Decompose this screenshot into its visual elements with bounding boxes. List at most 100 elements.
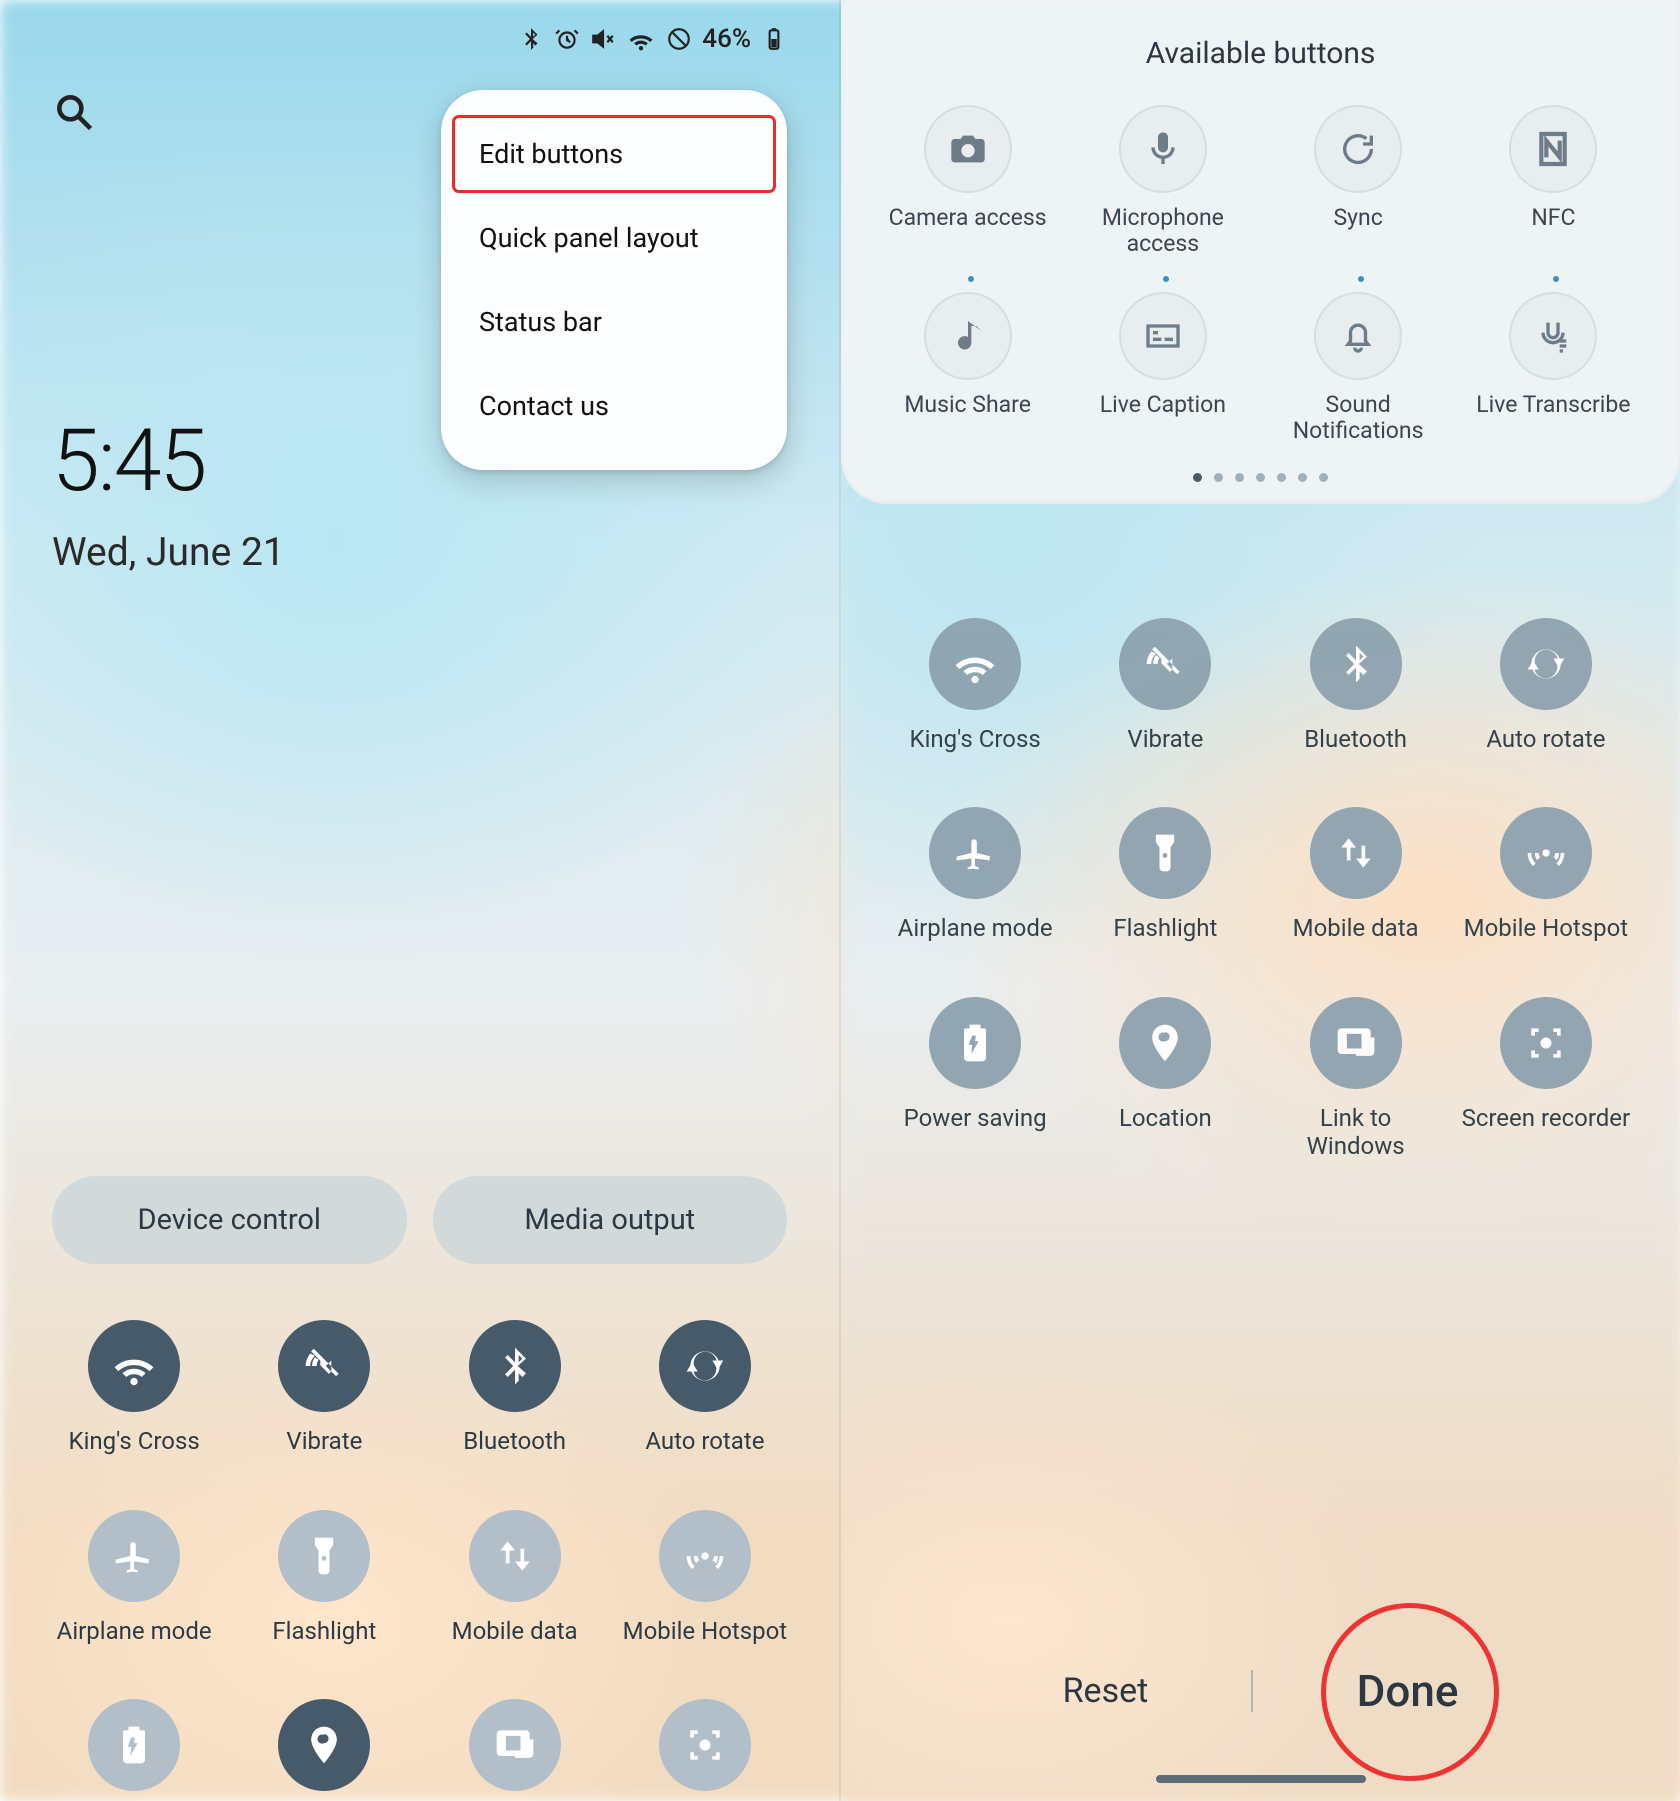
link-icon — [1310, 997, 1402, 1089]
tile-label: Vibrate — [286, 1428, 362, 1456]
airplane-icon — [88, 1510, 180, 1602]
vibrate-icon — [278, 1320, 370, 1412]
tile-label: Mobile Hotspot — [1464, 915, 1629, 943]
menu-status-bar[interactable]: Status bar — [449, 280, 779, 364]
battery-icon — [929, 997, 1021, 1089]
battery-icon — [761, 26, 787, 52]
wifi-icon — [626, 26, 656, 52]
reset-button[interactable]: Reset — [1063, 1671, 1149, 1711]
tile-label: Mobile Hotspot — [623, 1618, 788, 1646]
tile-wifi[interactable]: King's Cross — [48, 1320, 220, 1456]
battery-percent: 46% — [702, 24, 751, 54]
musicshare-icon — [924, 292, 1012, 380]
tile-label: Flashlight — [1113, 915, 1217, 943]
quick-tiles-grid: King's Cross Vibrate Bluetooth Auto rotate A… — [0, 1320, 839, 1801]
wifi-icon — [929, 618, 1021, 710]
edit-footer: Reset Done — [841, 1665, 1680, 1717]
tile-flashlight[interactable]: Flashlight — [1079, 807, 1251, 943]
rotate-icon — [659, 1320, 751, 1412]
available-camera[interactable]: Camera access — [875, 105, 1060, 258]
airplane-icon — [929, 807, 1021, 899]
clock-date: Wed, June 21 — [52, 529, 285, 575]
tile-label: Airplane mode — [898, 915, 1053, 943]
link-icon — [469, 1699, 561, 1791]
available-nfc[interactable]: NFC — [1461, 105, 1646, 258]
mute-icon — [590, 26, 616, 52]
available-mic[interactable]: Microphone access — [1070, 105, 1255, 258]
tile-link[interactable]: Link to Windows — [429, 1699, 601, 1801]
available-caption[interactable]: Live Caption — [1070, 292, 1255, 445]
sync-icon — [1314, 105, 1402, 193]
device-control-chip[interactable]: Device control — [52, 1176, 407, 1264]
location-icon — [1119, 997, 1211, 1089]
transcribe-icon — [1509, 292, 1597, 380]
search-icon[interactable] — [52, 90, 96, 134]
tile-hotspot[interactable]: Mobile Hotspot — [1460, 807, 1632, 943]
tile-battery[interactable]: Power saving — [48, 1699, 220, 1801]
caption-icon — [1119, 292, 1207, 380]
mic-icon — [1119, 105, 1207, 193]
tile-mobiledata[interactable]: Mobile data — [429, 1510, 601, 1646]
tile-record[interactable]: Screen recorder — [619, 1699, 791, 1801]
bluetooth-icon — [469, 1320, 561, 1412]
drag-handle[interactable] — [1358, 276, 1364, 282]
camera-icon — [924, 105, 1012, 193]
tile-wifi[interactable]: King's Cross — [889, 618, 1061, 754]
tile-record[interactable]: Screen recorder — [1460, 997, 1632, 1160]
tile-label: Link to Windows — [1271, 1105, 1441, 1160]
tile-link[interactable]: Link to Windows — [1270, 997, 1442, 1160]
tile-label: Auto rotate — [645, 1428, 764, 1456]
tile-label: Mobile data — [452, 1618, 578, 1646]
available-page-indicator — [875, 473, 1646, 482]
menu-contact-us[interactable]: Contact us — [449, 364, 779, 448]
edit-tiles-grid: King's Cross Vibrate Bluetooth Auto rotate A… — [841, 618, 1680, 1160]
tile-label: Bluetooth — [1304, 726, 1407, 754]
hotspot-icon — [659, 1510, 751, 1602]
nav-handle[interactable] — [1156, 1775, 1366, 1783]
tile-location[interactable]: Location — [238, 1699, 410, 1801]
tile-airplane[interactable]: Airplane mode — [889, 807, 1061, 943]
drag-handle[interactable] — [1553, 276, 1559, 282]
tile-label: Flashlight — [272, 1618, 376, 1646]
status-bar: 46% — [0, 0, 839, 54]
tile-vibrate[interactable]: Vibrate — [1079, 618, 1251, 754]
tile-label: Screen recorder — [1462, 1105, 1631, 1133]
tile-vibrate[interactable]: Vibrate — [238, 1320, 410, 1456]
tile-bluetooth[interactable]: Bluetooth — [429, 1320, 601, 1456]
media-output-chip[interactable]: Media output — [433, 1176, 788, 1264]
menu-edit-buttons[interactable]: Edit buttons — [449, 112, 779, 196]
tile-battery[interactable]: Power saving — [889, 997, 1061, 1160]
bluetooth-icon — [1310, 618, 1402, 710]
nfc-icon — [1509, 105, 1597, 193]
tile-label: Bluetooth — [463, 1428, 566, 1456]
footer-divider — [1251, 1670, 1253, 1712]
edit-buttons-screen: Available buttons Camera accessMicrophon… — [839, 0, 1680, 1801]
available-label: Microphone access — [1078, 205, 1248, 258]
tile-rotate[interactable]: Auto rotate — [1460, 618, 1632, 754]
available-bell[interactable]: Sound Notifications — [1266, 292, 1451, 445]
tile-label: Vibrate — [1127, 726, 1203, 754]
bluetooth-icon — [518, 26, 544, 52]
drag-handle[interactable] — [1163, 276, 1169, 282]
tile-hotspot[interactable]: Mobile Hotspot — [619, 1510, 791, 1646]
available-sync[interactable]: Sync — [1266, 105, 1451, 258]
tile-location[interactable]: Location — [1079, 997, 1251, 1160]
available-musicshare[interactable]: Music Share — [875, 292, 1060, 445]
tile-rotate[interactable]: Auto rotate — [619, 1320, 791, 1456]
menu-quick-panel-layout[interactable]: Quick panel layout — [449, 196, 779, 280]
tile-flashlight[interactable]: Flashlight — [238, 1510, 410, 1646]
available-transcribe[interactable]: Live Transcribe — [1461, 292, 1646, 445]
drag-handle[interactable] — [968, 276, 974, 282]
available-label: Camera access — [889, 205, 1047, 231]
location-icon — [278, 1699, 370, 1791]
tile-airplane[interactable]: Airplane mode — [48, 1510, 220, 1646]
vibrate-icon — [1119, 618, 1211, 710]
available-label: NFC — [1531, 205, 1575, 231]
tile-mobiledata[interactable]: Mobile data — [1270, 807, 1442, 943]
tile-label: King's Cross — [69, 1428, 200, 1456]
done-button[interactable]: Done — [1357, 1665, 1459, 1717]
battery-icon — [88, 1699, 180, 1791]
do-not-disturb-icon — [666, 26, 692, 52]
quick-panel-screen: 46% Edit buttons Quick panel layout Stat… — [0, 0, 839, 1801]
tile-bluetooth[interactable]: Bluetooth — [1270, 618, 1442, 754]
